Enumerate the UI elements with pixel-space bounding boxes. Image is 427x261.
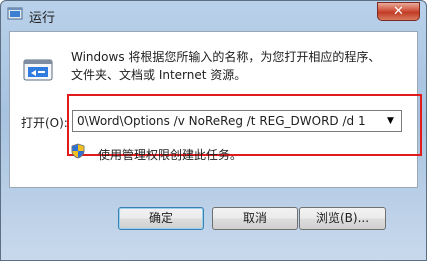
run-program-icon bbox=[22, 54, 54, 86]
dialog-content: Windows 将根据您所输入的名称，为您打开相应的程序、 文件夹、文档或 In… bbox=[9, 31, 422, 188]
browse-button[interactable]: 浏览(B)... bbox=[299, 207, 386, 230]
description-line-2: 文件夹、文档或 Internet 资源。 bbox=[71, 68, 247, 82]
window-title: 运行 bbox=[29, 11, 56, 26]
description-line-1: Windows 将根据您所输入的名称，为您打开相应的程序、 bbox=[71, 50, 381, 64]
chevron-down-icon[interactable]: ▼ bbox=[382, 112, 399, 130]
description: Windows 将根据您所输入的名称，为您打开相应的程序、 文件夹、文档或 In… bbox=[71, 48, 411, 84]
admin-note: 使用管理权限创建此任务。 bbox=[98, 148, 243, 162]
ok-button[interactable]: 确定 bbox=[118, 207, 204, 230]
open-label: 打开(O): bbox=[21, 116, 68, 130]
command-input[interactable]: 0\Word\Options /v NoReReg /t REG_DWORD /… bbox=[77, 114, 366, 128]
run-dialog-window: 运行 ✕ Windows 将根据您所输入的名称，为您打开相应的程序、 文件夹、文… bbox=[0, 0, 427, 261]
close-button[interactable]: ✕ bbox=[377, 2, 420, 21]
run-dialog-icon bbox=[7, 7, 23, 21]
cancel-button[interactable]: 取消 bbox=[212, 207, 298, 230]
title-bar[interactable]: 运行 ✕ bbox=[1, 1, 426, 31]
command-combobox[interactable]: 0\Word\Options /v NoReReg /t REG_DWORD /… bbox=[72, 110, 402, 132]
uac-shield-icon bbox=[70, 143, 86, 159]
close-icon: ✕ bbox=[393, 4, 404, 19]
